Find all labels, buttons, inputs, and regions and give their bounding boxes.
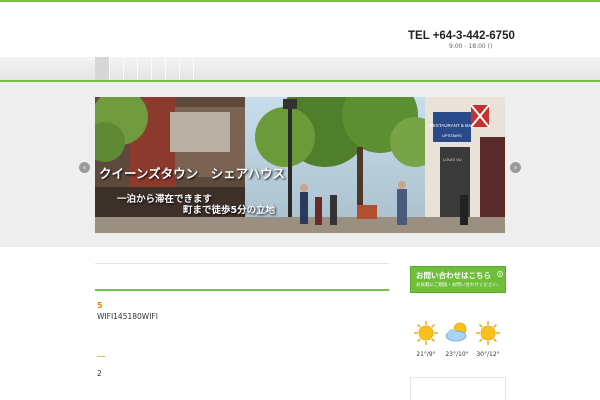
- item-text: WIFI145180WIFI: [97, 312, 158, 321]
- sun-cloud-icon: [445, 322, 467, 342]
- phone-number[interactable]: TEL +64-3-442-6750: [408, 30, 515, 42]
- slider-caption-line2: 町まで徒歩5分の立地: [183, 205, 276, 216]
- item-divider: [97, 356, 105, 357]
- nav-item-6[interactable]: [165, 57, 180, 80]
- contact-button-subtitle: お気軽にご相談・お問い合わせください。: [416, 283, 502, 288]
- chevron-left-icon: ‹: [82, 163, 87, 172]
- nav-item-3[interactable]: [123, 57, 138, 80]
- nav-item-7[interactable]: [179, 57, 194, 80]
- upstairs-sign: UPSTAIRS: [442, 133, 462, 138]
- weather-temp: 23°/10°: [445, 351, 469, 358]
- nav-item-2[interactable]: [109, 57, 124, 80]
- contact-button[interactable]: お問い合わせはこちら お気軽にご相談・お問い合わせください。: [410, 266, 506, 293]
- main-top-divider: [95, 263, 389, 264]
- sun-icon: [414, 321, 438, 345]
- arrow-right-circle-icon: [497, 271, 503, 277]
- business-hours: 9:00 - 18:00 (): [449, 43, 493, 50]
- chevron-right-icon: ›: [513, 163, 518, 172]
- main-nav: [0, 57, 600, 80]
- main-section-divider: [95, 289, 389, 291]
- item-number: 5: [97, 301, 103, 310]
- shop-sign: LOUIS VU: [443, 157, 462, 162]
- site-header: TEL +64-3-442-6750 9:00 - 18:00 (): [0, 2, 600, 57]
- sidebar-widget-box: [410, 377, 506, 400]
- nav-item-5[interactable]: [151, 57, 166, 80]
- contact-button-title: お問い合わせはこちら: [416, 271, 491, 280]
- weather-temp: 30°/12°: [476, 351, 500, 358]
- weather-day-1: 21°/9°: [411, 318, 441, 370]
- slider-next-button[interactable]: ›: [510, 162, 521, 173]
- weather-temp: 21°/9°: [416, 351, 436, 358]
- slider-prev-button[interactable]: ‹: [79, 162, 90, 173]
- nav-item-1[interactable]: [95, 57, 110, 80]
- sun-icon: [476, 321, 500, 345]
- item-number: 2: [97, 369, 102, 378]
- restaurant-sign: RESTAURANT & BAR: [430, 123, 476, 128]
- nav-item-4[interactable]: [137, 57, 152, 80]
- slider-caption-title: クイーンズタウン シェアハウス: [99, 166, 286, 181]
- weather-day-3: 30°/12°: [473, 318, 503, 370]
- weather-day-2: 23°/10°: [442, 318, 472, 370]
